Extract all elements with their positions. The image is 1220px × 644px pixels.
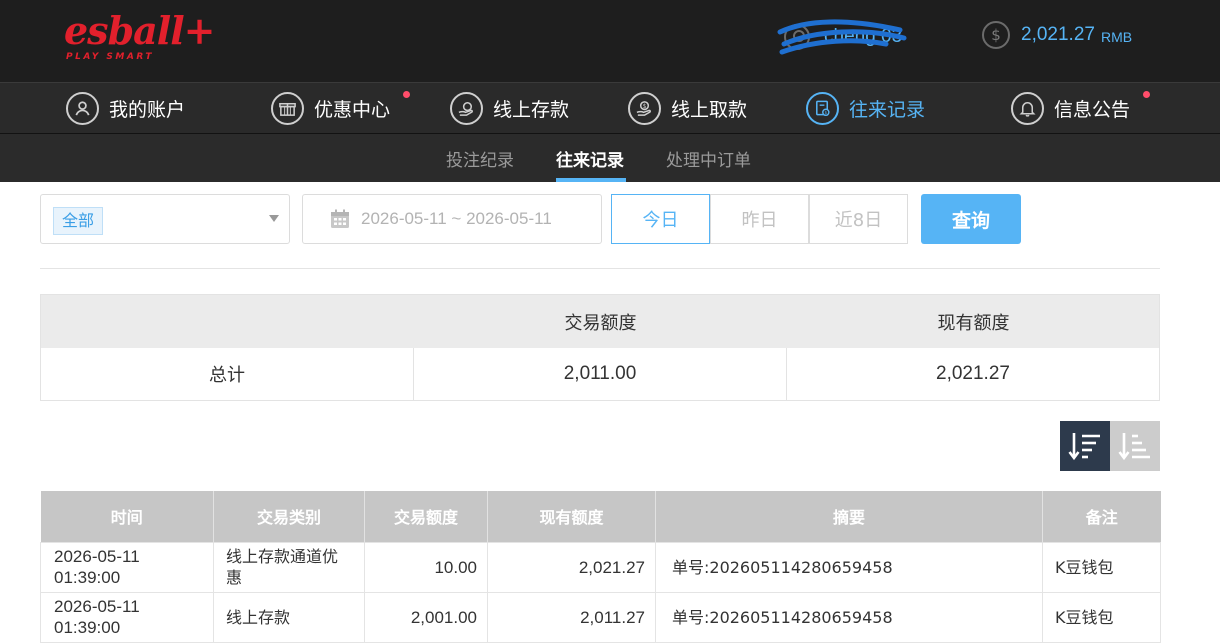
col-header-type[interactable]: 交易类别	[213, 491, 365, 542]
nav-item-my-account[interactable]: 我的账户	[66, 91, 185, 125]
nav-item-online-deposit[interactable]: 线上存款	[450, 91, 569, 125]
cell-memo: 单号:202605114280659458	[655, 541, 1043, 593]
esball-logo[interactable]: esball+ PLAY SMART	[64, 10, 215, 66]
nav-label: 我的账户	[109, 98, 186, 121]
summary-total-balance: 2,021.27	[936, 363, 1010, 384]
table-row: 2026-05-11 01:39:00 线上存款通道优惠 10.00 2,021…	[40, 541, 1161, 593]
col-header-time[interactable]: 时间	[40, 491, 214, 542]
transactions-table: 时间 交易类别 交易额度 现有额度 摘要 备注 2026-05-11 01:39…	[40, 491, 1161, 643]
nav-label: 信息公告	[1054, 98, 1131, 121]
top-header: esball+ PLAY SMART cheng 03 $ 2,021.27 R…	[0, 0, 1220, 82]
table-header-row: 时间 交易类别 交易额度 现有额度 摘要 备注	[40, 491, 1161, 542]
dropdown-arrow-icon	[269, 215, 279, 222]
sort-descending-icon	[1068, 433, 1100, 461]
nav-label: 线上存款	[493, 98, 570, 121]
cell-memo: 单号:202605114280659458	[655, 591, 1043, 643]
quick-8days-button[interactable]: 近8日	[809, 194, 908, 244]
summary-col-balance: 现有额度	[937, 312, 1010, 334]
subtab-bet-records[interactable]: 投注纪录	[446, 146, 514, 171]
summary-table: 交易额度 现有额度 总计 2,011.00 2,021.27	[40, 294, 1160, 401]
sort-ascending-button[interactable]	[1110, 421, 1160, 471]
cell-note: K豆钱包	[1042, 541, 1161, 593]
notification-dot	[1143, 91, 1150, 98]
nav-label: 优惠中心	[314, 98, 391, 121]
main-nav: 我的账户 优惠中心 线上存款 $ 线上取款 $ 往来记录 信息公告	[0, 82, 1220, 134]
nav-item-online-withdraw[interactable]: $ 线上取款	[628, 91, 747, 125]
table-row: 2026-05-11 01:39:00 线上存款 2,001.00 2,011.…	[40, 591, 1161, 643]
dollar-coin-icon: $	[982, 21, 1010, 49]
nav-label: 线上取款	[671, 98, 748, 121]
cell-time: 2026-05-11 01:39:00	[40, 591, 214, 643]
cell-amount: 2,001.00	[364, 591, 488, 643]
col-header-balance[interactable]: 现有额度	[487, 491, 656, 542]
record-icon: $	[806, 91, 839, 125]
svg-text:$: $	[824, 110, 827, 116]
withdraw-icon: $	[628, 91, 661, 125]
notification-dot	[403, 91, 410, 98]
svg-text:$: $	[643, 104, 647, 110]
subtab-pending-orders[interactable]: 处理中订单	[666, 146, 751, 171]
cell-type: 线上存款通道优惠	[213, 541, 365, 593]
cell-balance: 2,011.27	[487, 591, 656, 643]
cell-time: 2026-05-11 01:39:00	[40, 541, 214, 593]
divider	[40, 268, 1160, 269]
col-header-note[interactable]: 备注	[1042, 491, 1161, 542]
nav-label: 往来记录	[849, 98, 926, 121]
summary-total-amount: 2,011.00	[563, 363, 637, 384]
nav-item-announcements[interactable]: 信息公告	[1011, 91, 1150, 125]
balance-currency: RMB	[1100, 28, 1133, 45]
summary-col-amount: 交易额度	[564, 312, 637, 334]
active-tab-indicator	[556, 178, 626, 182]
date-range-text: 2026-05-11 ~ 2026-05-11	[361, 209, 552, 228]
cell-note: K豆钱包	[1042, 591, 1161, 643]
date-range-input[interactable]: 2026-05-11 ~ 2026-05-11	[302, 194, 602, 244]
col-header-amount[interactable]: 交易额度	[364, 491, 488, 542]
transaction-type-select[interactable]: 全部	[40, 194, 290, 244]
nav-item-transaction-records[interactable]: $ 往来记录	[806, 91, 925, 125]
balance-amount: 2,021.27	[1021, 24, 1095, 45]
nav-item-promotions[interactable]: 优惠中心	[271, 91, 410, 125]
logo-word: esball+	[64, 8, 215, 53]
logo-tagline: PLAY SMART	[66, 52, 154, 62]
quick-today-button[interactable]: 今日	[611, 194, 710, 244]
cell-amount: 10.00	[364, 541, 488, 593]
sort-descending-button[interactable]	[1060, 421, 1110, 471]
query-button[interactable]: 查询	[921, 194, 1021, 244]
sub-nav: 投注纪录 往来记录 处理中订单	[0, 134, 1220, 182]
selected-type-chip: 全部	[53, 207, 104, 235]
bell-icon	[1011, 91, 1044, 125]
wallet-balance: $ 2,021.27 RMB	[982, 20, 1132, 50]
cell-balance: 2,021.27	[487, 541, 656, 593]
deposit-icon	[450, 91, 483, 125]
summary-total-label: 总计	[209, 365, 245, 386]
redaction-scribble	[777, 19, 907, 55]
cell-type: 线上存款	[213, 591, 365, 643]
sort-ascending-icon	[1118, 433, 1150, 461]
col-header-memo[interactable]: 摘要	[655, 491, 1043, 542]
quick-yesterday-button[interactable]: 昨日	[710, 194, 809, 244]
calendar-icon	[331, 209, 349, 228]
user-icon	[66, 91, 99, 125]
subtab-transaction-records[interactable]: 往来记录	[556, 146, 624, 171]
gift-icon	[271, 91, 304, 125]
